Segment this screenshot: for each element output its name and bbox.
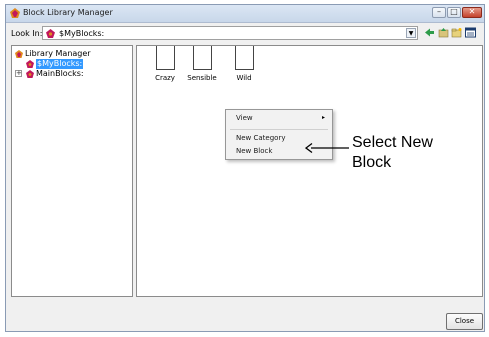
menu-item-view[interactable]: View (236, 114, 253, 122)
window-title: Block Library Manager (23, 8, 113, 17)
lookin-dropdown[interactable]: $MyBlocks: ▼ (42, 26, 418, 40)
maximize-icon: □ (450, 7, 458, 16)
close-window-button[interactable]: ✕ (462, 7, 482, 18)
up-folder-icon[interactable] (438, 27, 449, 38)
chevron-down-icon[interactable]: ▼ (406, 28, 416, 38)
new-folder-icon[interactable] (451, 27, 462, 38)
menu-item-new-category[interactable]: New Category (236, 134, 285, 142)
block-folder-icon (46, 29, 55, 38)
menu-separator (230, 129, 328, 130)
title-bar[interactable]: Block Library Manager – □ ✕ (6, 5, 484, 23)
category-label: Crazy (155, 74, 175, 82)
close-button[interactable]: Close (446, 313, 483, 330)
category-label: Sensible (187, 74, 217, 82)
lookin-label: Look In: (11, 29, 43, 38)
annotation-text: Select New Block (352, 134, 433, 171)
block-folder-icon (26, 70, 34, 78)
block-folder-icon (26, 60, 34, 68)
view-menu-icon[interactable] (465, 27, 476, 38)
tree-item-label: Library Manager (25, 49, 91, 58)
category-sensible[interactable]: Sensible (182, 46, 222, 82)
library-tree[interactable]: Library Manager $MyBlocks: + MainBlocks: (11, 45, 133, 297)
category-folder-icon (192, 46, 212, 70)
category-wild[interactable]: Wild (224, 46, 264, 82)
library-icon (15, 50, 23, 58)
annotation-arrow-icon (305, 142, 349, 154)
category-label: Wild (236, 74, 252, 82)
maximize-button[interactable]: □ (447, 7, 461, 18)
expand-icon[interactable]: + (15, 70, 22, 77)
minimize-icon: – (437, 7, 441, 16)
category-crazy[interactable]: Crazy (145, 46, 185, 82)
category-folder-icon (234, 46, 254, 70)
back-arrow-icon[interactable] (424, 27, 435, 38)
category-folder-icon (155, 46, 175, 70)
library-icon (10, 8, 20, 18)
close-icon: ✕ (468, 7, 476, 16)
minimize-button[interactable]: – (432, 7, 446, 18)
submenu-arrow-icon: ▸ (322, 114, 326, 121)
menu-item-new-block[interactable]: New Block (236, 147, 272, 155)
tree-item-label: $MyBlocks: (36, 59, 84, 69)
lookin-value: $MyBlocks: (59, 29, 105, 38)
tree-item-label: MainBlocks: (36, 69, 84, 78)
